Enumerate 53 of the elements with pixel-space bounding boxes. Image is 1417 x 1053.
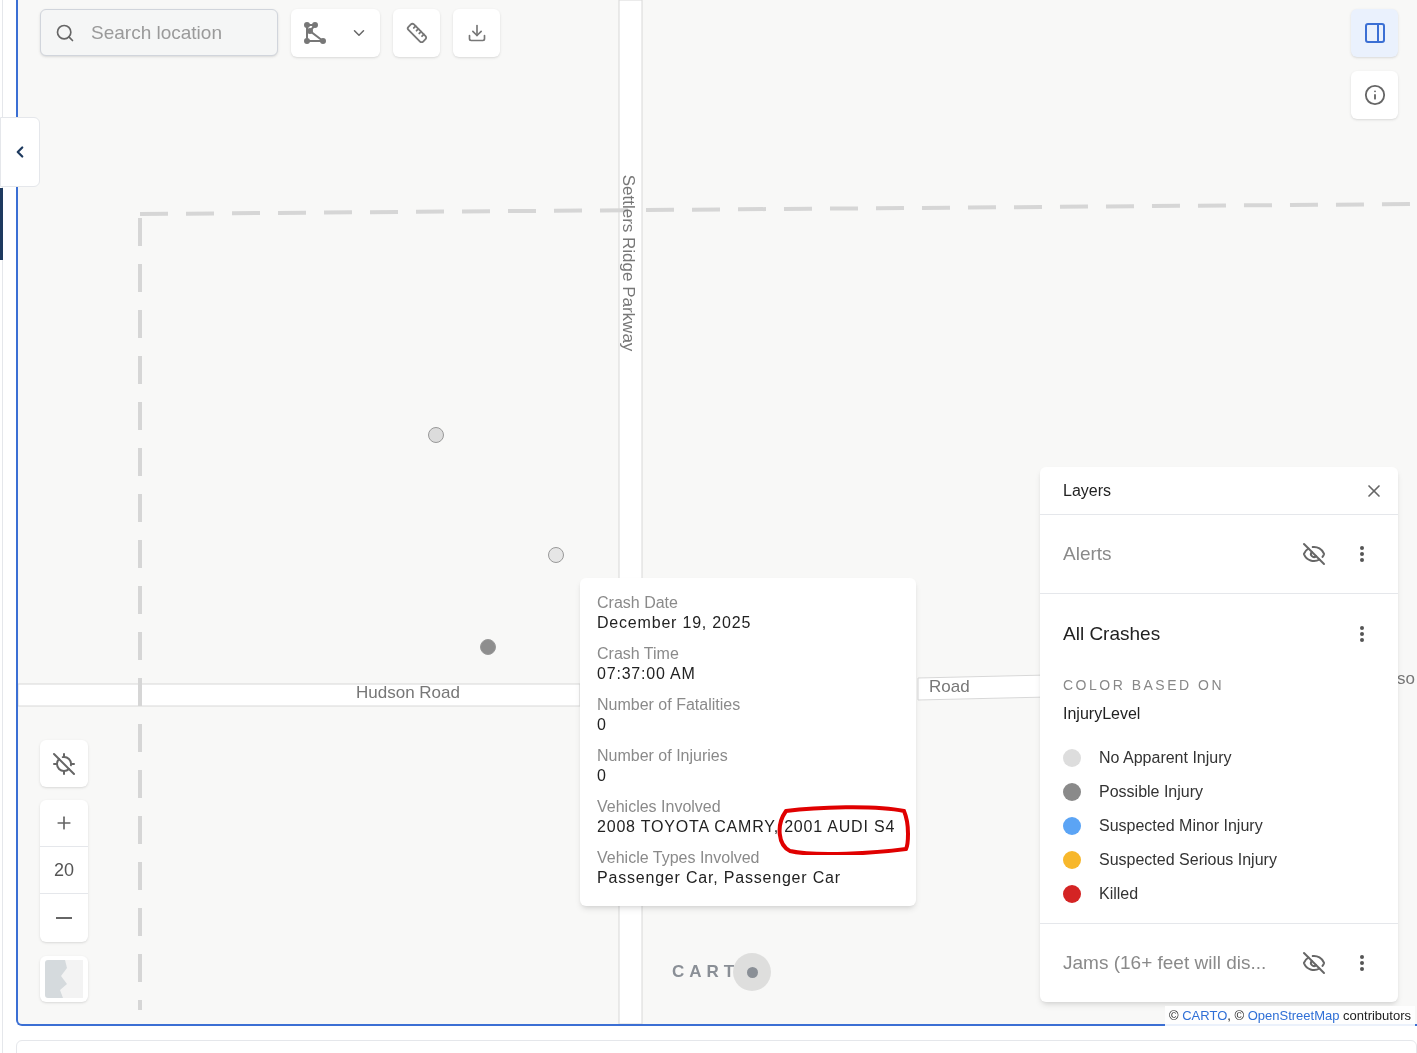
- legend-heading: COLOR BASED ON: [1063, 675, 1226, 695]
- locate-off-icon: [52, 751, 76, 776]
- field-value: 0: [597, 715, 608, 735]
- field-label: Crash Time: [597, 644, 680, 664]
- panel-icon: [1362, 21, 1387, 45]
- legend-label: Killed: [1099, 883, 1139, 904]
- download-icon: [466, 23, 487, 43]
- legend-label: Suspected Serious Injury: [1099, 849, 1277, 870]
- drawing-tool-icon: [303, 21, 327, 45]
- more-icon: [1360, 955, 1364, 971]
- more-icon: [1360, 546, 1364, 562]
- layer-name[interactable]: All Crashes: [1063, 620, 1161, 649]
- layers-panel-toggle[interactable]: [1351, 9, 1398, 57]
- panel-title: Layers: [1063, 480, 1112, 501]
- road-label: Road: [929, 677, 970, 697]
- active-indicator: [0, 188, 3, 260]
- map-thumbnail-icon: [45, 960, 83, 998]
- search-icon: [55, 23, 75, 43]
- field-value: December 19, 2025: [597, 613, 753, 633]
- ruler-button[interactable]: [393, 9, 440, 57]
- hidden-eye-icon[interactable]: [1302, 951, 1326, 975]
- legend-label: Suspected Minor Injury: [1099, 815, 1263, 836]
- ruler-icon: [405, 22, 428, 44]
- road-label: Hudson Road: [356, 683, 460, 703]
- attribution: © CARTO, © OpenStreetMap contributors: [1165, 1006, 1415, 1026]
- legend-label: Possible Injury: [1099, 781, 1204, 802]
- download-button[interactable]: [453, 9, 500, 57]
- zoom-level: 20: [40, 847, 88, 894]
- minus-icon: [56, 916, 72, 919]
- field-label: Number of Injuries: [597, 746, 729, 766]
- locate-button[interactable]: [40, 740, 88, 787]
- field-value: 2008 TOYOTA CAMRY, 2001 AUDI S4: [597, 817, 897, 837]
- more-icon: [1360, 626, 1364, 643]
- field-value: Passenger Car, Passenger Car: [597, 868, 842, 888]
- field-value: 0: [597, 766, 608, 786]
- field-label: Vehicle Types Involved: [597, 848, 761, 868]
- field-label: Number of Fatalities: [597, 695, 742, 715]
- drawing-tool-button[interactable]: [291, 9, 380, 57]
- attribution-link[interactable]: OpenStreetMap: [1247, 1008, 1340, 1023]
- info-button[interactable]: [1351, 71, 1398, 119]
- layer-name[interactable]: Alerts: [1063, 539, 1112, 569]
- search-field[interactable]: Search location: [40, 9, 278, 56]
- road-label: Settlers Ridge Parkway: [618, 173, 638, 354]
- hidden-eye-icon[interactable]: [1302, 542, 1326, 566]
- layer-name[interactable]: Jams (16+ feet will dis...: [1063, 948, 1267, 978]
- road-label: so: [1397, 669, 1415, 689]
- legend-label: No Apparent Injury: [1099, 747, 1232, 768]
- legend-field: InjuryLevel: [1063, 701, 1368, 726]
- info-icon: [1363, 84, 1386, 106]
- field-value: 07:37:00 AM: [597, 664, 697, 684]
- field-label: Crash Date: [597, 593, 679, 613]
- field-label: Vehicles Involved: [597, 797, 722, 817]
- carto-logo: CART: [672, 953, 772, 991]
